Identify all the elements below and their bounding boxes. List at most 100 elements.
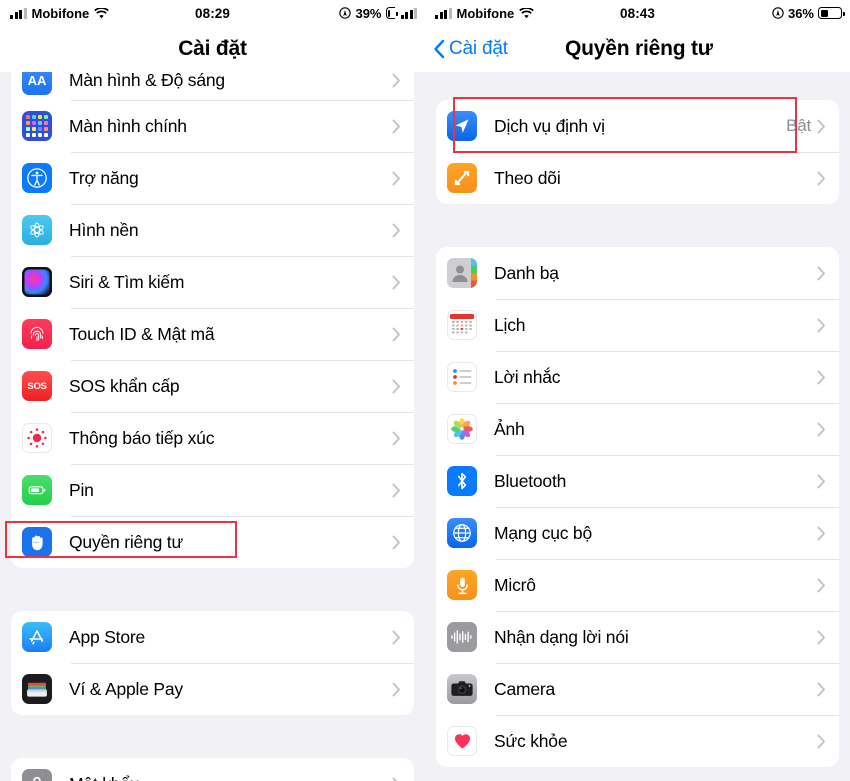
list-item-label: Trợ năng — [69, 167, 139, 188]
home-screen-icon — [22, 111, 52, 141]
list-item-label: Lời nhắc — [494, 366, 561, 387]
status-bar-left: Mobifone 08:29 39% — [0, 0, 425, 26]
list-item-label: Mật khẩu — [69, 774, 140, 781]
health-heart-icon — [447, 726, 477, 756]
list-item-battery[interactable]: Pin — [11, 464, 414, 516]
list-item-emergency-sos[interactable]: SOS SOS khẩn cấp — [11, 360, 414, 412]
chevron-right-icon — [392, 223, 401, 238]
chevron-right-icon — [392, 535, 401, 550]
list-item-health[interactable]: Sức khỏe — [436, 715, 839, 767]
settings-section-3: Mật khẩu — [11, 758, 414, 781]
list-item-label: Pin — [69, 479, 94, 500]
list-item-display-brightness[interactable]: AA Màn hình & Độ sáng — [11, 72, 414, 100]
battery-percent-label: 36% — [787, 5, 814, 21]
list-item-local-network[interactable]: Mạng cục bộ — [436, 507, 839, 559]
list-item-touch-id[interactable]: Touch ID & Mật mã — [11, 308, 414, 360]
chevron-right-icon — [392, 483, 401, 498]
battery-icon — [385, 7, 398, 19]
list-item-app-store[interactable]: App Store — [11, 611, 414, 663]
list-item-label: Dịch vụ định vị — [494, 115, 605, 136]
list-item-camera[interactable]: Camera — [436, 663, 839, 715]
settings-section-2: App Store Ví & Apple Pay — [11, 611, 414, 715]
list-item-siri-search[interactable]: Siri & Tìm kiếm — [11, 256, 414, 308]
list-item-microphone[interactable]: Micrô — [436, 559, 839, 611]
list-item-label: Mạng cục bộ — [494, 522, 592, 543]
touch-id-icon — [22, 319, 52, 349]
back-button[interactable]: Cài đặt — [433, 38, 508, 60]
chevron-right-icon — [817, 171, 826, 186]
list-item-bluetooth[interactable]: Bluetooth — [436, 455, 839, 507]
list-item-privacy[interactable]: Quyền riêng tư — [11, 516, 414, 568]
list-item-home-screen[interactable]: Màn hình chính — [11, 100, 414, 152]
top-spacer — [425, 72, 850, 100]
privacy-screen: Mobifone 08:43 36% Cài đặt Quyền riêng t… — [425, 0, 850, 781]
list-item-value: Bật — [786, 116, 811, 135]
location-services-icon — [447, 111, 477, 141]
battery-percent-label: 39% — [355, 5, 382, 21]
list-item-exposure-notification[interactable]: Thông báo tiếp xúc — [11, 412, 414, 464]
page-title: Quyền riêng tư — [565, 37, 713, 60]
camera-icon — [447, 674, 477, 704]
local-network-icon — [447, 518, 477, 548]
photos-icon — [447, 414, 477, 444]
list-item-label: Quyền riêng tư — [69, 531, 183, 552]
list-item-wallpaper[interactable]: Hình nền — [11, 204, 414, 256]
chevron-right-icon — [817, 422, 826, 437]
list-item-label: Micrô — [494, 574, 536, 595]
chevron-right-icon — [392, 777, 401, 781]
chevron-right-icon — [817, 370, 826, 385]
list-item-contacts[interactable]: Danh bạ — [436, 247, 839, 299]
app-store-icon — [22, 622, 52, 652]
display-brightness-icon: AA — [22, 72, 52, 95]
calendar-icon — [447, 310, 477, 340]
list-item-label: Ảnh — [494, 418, 525, 439]
list-item-label: Touch ID & Mật mã — [69, 323, 215, 344]
list-item-calendar[interactable]: Lịch — [436, 299, 839, 351]
chevron-right-icon — [392, 171, 401, 186]
list-item-label: Hình nền — [69, 219, 139, 240]
tracking-icon — [447, 163, 477, 193]
list-item-location-services[interactable]: Dịch vụ định vị Bật — [436, 100, 839, 152]
reminders-icon — [447, 362, 477, 392]
list-item-label: SOS khẩn cấp — [69, 375, 180, 396]
list-item-tracking[interactable]: Theo dõi — [436, 152, 839, 204]
list-item-accessibility[interactable]: Trợ năng — [11, 152, 414, 204]
chevron-right-icon — [817, 266, 826, 281]
list-item-label: Màn hình chính — [69, 115, 187, 136]
page-title: Cài đặt — [178, 37, 247, 60]
wallpaper-icon — [22, 215, 52, 245]
list-item-label: App Store — [69, 626, 146, 647]
chevron-right-icon — [392, 73, 401, 88]
chevron-right-icon — [392, 630, 401, 645]
microphone-icon — [447, 570, 477, 600]
wallet-icon — [22, 674, 52, 704]
siri-icon — [22, 267, 52, 297]
settings-list[interactable]: AA Màn hình & Độ sáng Màn hình chính Trợ — [0, 72, 425, 781]
status-bar-right: Mobifone 08:43 36% — [425, 0, 850, 26]
list-item-wallet-apple-pay[interactable]: Ví & Apple Pay — [11, 663, 414, 715]
list-item-label: Sức khỏe — [494, 730, 568, 751]
list-item-label: Lịch — [494, 314, 526, 335]
accessibility-icon — [22, 163, 52, 193]
battery-settings-icon — [22, 475, 52, 505]
passwords-key-icon — [22, 769, 52, 781]
battery-icon — [818, 7, 845, 19]
chevron-right-icon — [817, 526, 826, 541]
list-item-label: Camera — [494, 678, 556, 699]
chevron-right-icon — [392, 682, 401, 697]
chevron-right-icon — [392, 275, 401, 290]
list-item-speech-recognition[interactable]: Nhận dạng lời nói — [436, 611, 839, 663]
list-item-label: Siri & Tìm kiếm — [69, 271, 185, 292]
privacy-section-1: Dịch vụ định vị Bật Theo dõi — [436, 100, 839, 204]
privacy-list[interactable]: Dịch vụ định vị Bật Theo dõi Danh bạ Lịc… — [425, 72, 850, 781]
chevron-right-icon — [817, 119, 826, 134]
cellular-bars-icon-secondary — [400, 7, 417, 19]
contacts-icon — [447, 258, 477, 288]
list-item-passwords[interactable]: Mật khẩu — [11, 758, 414, 781]
list-item-photos[interactable]: Ảnh — [436, 403, 839, 455]
bluetooth-icon — [447, 466, 477, 496]
list-item-reminders[interactable]: Lời nhắc — [436, 351, 839, 403]
chevron-right-icon — [817, 578, 826, 593]
